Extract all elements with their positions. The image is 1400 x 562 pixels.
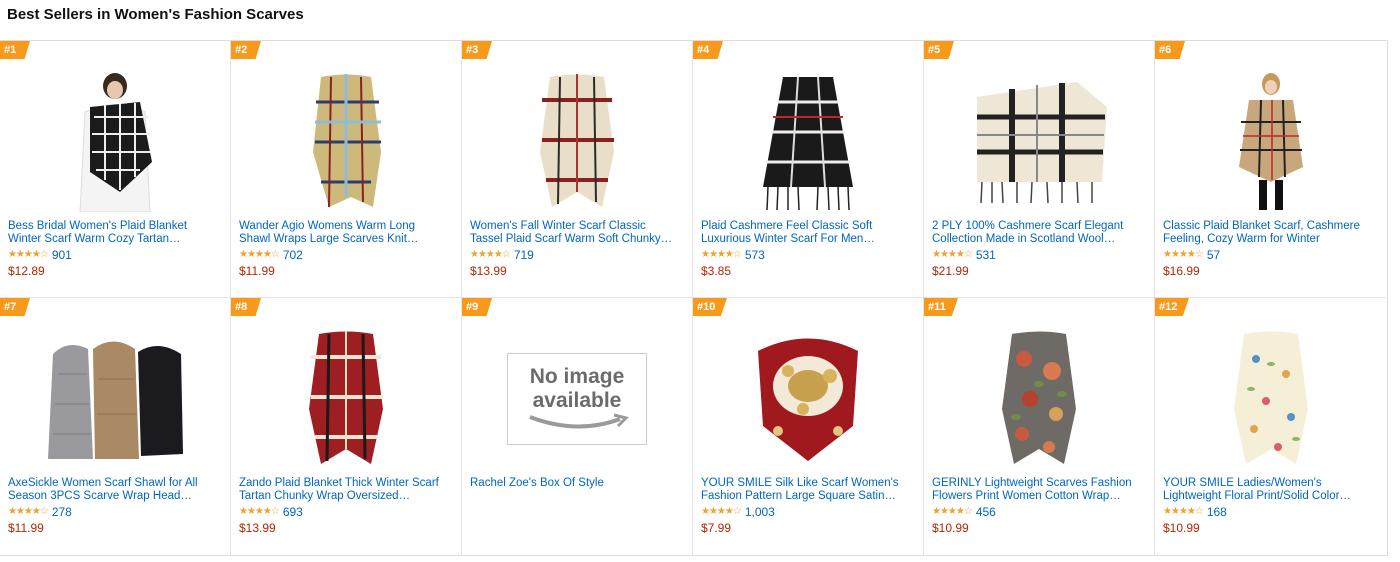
product-title-link[interactable]: Plaid Cashmere Feel Classic Soft Luxurio… bbox=[701, 220, 906, 246]
star-rating-icon: ★★★★☆ bbox=[932, 249, 973, 260]
rating-count[interactable]: 573 bbox=[745, 248, 765, 262]
price: $3.85 bbox=[701, 264, 732, 278]
rating-count[interactable]: 531 bbox=[976, 248, 996, 262]
product-card[interactable]: #9 No image available Rachel Zoe's Box O… bbox=[462, 298, 693, 555]
rating-count[interactable]: 702 bbox=[283, 248, 303, 262]
product-card[interactable]: #2 Wander Agio Womens Warm Long Shawl Wr… bbox=[231, 41, 462, 298]
product-title-link[interactable]: Rachel Zoe's Box Of Style bbox=[470, 477, 675, 503]
rating[interactable]: ★★★★☆ 693 bbox=[239, 505, 303, 519]
price: $11.99 bbox=[8, 521, 44, 535]
product-image[interactable] bbox=[1196, 69, 1346, 214]
star-rating-icon: ★★★★☆ bbox=[8, 249, 49, 260]
product-title-link[interactable]: GERINLY Lightweight Scarves Fashion Flow… bbox=[932, 477, 1137, 503]
rank-badge: #4 bbox=[693, 41, 723, 59]
product-title-link[interactable]: Classic Plaid Blanket Scarf, Cashmere Fe… bbox=[1163, 220, 1368, 246]
rating-count[interactable]: 901 bbox=[52, 248, 72, 262]
product-image[interactable] bbox=[964, 326, 1114, 471]
price: $7.99 bbox=[701, 521, 732, 535]
product-card[interactable]: #4 Plaid Cashmere Feel Classic Soft Luxu… bbox=[693, 41, 924, 298]
product-title-link[interactable]: Zando Plaid Blanket Thick Winter Scarf T… bbox=[239, 477, 444, 503]
rating-count[interactable]: 456 bbox=[976, 505, 996, 519]
product-title-link[interactable]: YOUR SMILE Silk Like Scarf Women's Fashi… bbox=[701, 477, 906, 503]
product-image[interactable] bbox=[733, 326, 883, 471]
price: $10.99 bbox=[932, 521, 969, 535]
rating[interactable]: ★★★★☆ 278 bbox=[8, 505, 72, 519]
product-image[interactable] bbox=[40, 69, 190, 214]
no-image-placeholder: No image available bbox=[507, 352, 647, 445]
product-title-link[interactable]: AxeSickle Women Scarf Shawl for All Seas… bbox=[8, 477, 213, 503]
price: $12.89 bbox=[8, 264, 45, 278]
page-title: Best Sellers in Women's Fashion Scarves bbox=[7, 6, 304, 23]
rank-badge: #8 bbox=[231, 298, 261, 316]
rating[interactable]: ★★★★☆ 702 bbox=[239, 248, 303, 262]
product-card[interactable]: #6 Classic Plaid Blanket Scarf, Cashmere… bbox=[1155, 41, 1386, 298]
product-title-link[interactable]: YOUR SMILE Ladies/Women's Lightweight Fl… bbox=[1163, 477, 1368, 503]
rating-count[interactable]: 1,003 bbox=[745, 505, 775, 519]
star-rating-icon: ★★★★☆ bbox=[239, 249, 280, 260]
rank-badge: #9 bbox=[462, 298, 492, 316]
rating[interactable]: ★★★★☆ 456 bbox=[932, 505, 996, 519]
product-card[interactable]: #5 2 PLY 100% Cashmere Scarf Elegant Col… bbox=[924, 41, 1155, 298]
product-image[interactable] bbox=[40, 326, 190, 471]
product-card[interactable]: #8 Zando Plaid Blanket Thick Winter Scar… bbox=[231, 298, 462, 555]
product-title-link[interactable]: 2 PLY 100% Cashmere Scarf Elegant Collec… bbox=[932, 220, 1137, 246]
rating[interactable]: ★★★★☆ 719 bbox=[470, 248, 534, 262]
rating[interactable]: ★★★★☆ 1,003 bbox=[701, 505, 775, 519]
rating[interactable]: ★★★★☆ 531 bbox=[932, 248, 996, 262]
rating-count[interactable]: 278 bbox=[52, 505, 72, 519]
rating-count[interactable]: 57 bbox=[1207, 248, 1220, 262]
product-title-link[interactable]: Bess Bridal Women's Plaid Blanket Winter… bbox=[8, 220, 213, 246]
product-image[interactable] bbox=[964, 69, 1114, 214]
price: $13.99 bbox=[239, 521, 276, 535]
price: $13.99 bbox=[470, 264, 507, 278]
product-card[interactable]: #1 Bess Bridal Women's Plaid Blanket Win… bbox=[0, 41, 231, 298]
product-card[interactable]: #12 YOUR SMILE Ladies/Women's Lightweigh… bbox=[1155, 298, 1386, 555]
star-rating-icon: ★★★★☆ bbox=[470, 249, 511, 260]
product-image[interactable]: No image available bbox=[502, 326, 652, 471]
product-title-link[interactable]: Wander Agio Womens Warm Long Shawl Wraps… bbox=[239, 220, 444, 246]
no-image-text: available bbox=[532, 388, 622, 412]
product-image[interactable] bbox=[271, 69, 421, 214]
product-card[interactable]: #7 AxeSickle Women Scarf Shawl for All S… bbox=[0, 298, 231, 555]
price: $16.99 bbox=[1163, 264, 1200, 278]
rank-badge: #10 bbox=[693, 298, 727, 316]
rating[interactable]: ★★★★☆ 57 bbox=[1163, 248, 1220, 262]
no-image-text: No image bbox=[529, 364, 625, 388]
bestseller-grid: #1 Bess Bridal Women's Plaid Blanket Win… bbox=[0, 40, 1388, 556]
price: $11.99 bbox=[239, 264, 275, 278]
rating[interactable]: ★★★★☆ 573 bbox=[701, 248, 765, 262]
product-card[interactable]: #3 Women's Fall Winter Scarf Classic Tas… bbox=[462, 41, 693, 298]
rank-badge: #7 bbox=[0, 298, 30, 316]
star-rating-icon: ★★★★☆ bbox=[1163, 506, 1204, 517]
rank-badge: #11 bbox=[924, 298, 958, 316]
price: $21.99 bbox=[932, 264, 969, 278]
rank-badge: #2 bbox=[231, 41, 261, 59]
product-card[interactable]: #11 GERINLY Lightweight Scarves Fashion … bbox=[924, 298, 1155, 555]
rank-badge: #12 bbox=[1155, 298, 1189, 316]
rating-count[interactable]: 719 bbox=[514, 248, 534, 262]
price: $10.99 bbox=[1163, 521, 1200, 535]
rank-badge: #3 bbox=[462, 41, 492, 59]
product-card[interactable]: #10 YOUR SMILE Silk Like Scarf Women's F… bbox=[693, 298, 924, 555]
star-rating-icon: ★★★★☆ bbox=[701, 506, 742, 517]
rank-badge: #5 bbox=[924, 41, 954, 59]
product-image[interactable] bbox=[502, 69, 652, 214]
smile-arrow-icon bbox=[529, 413, 629, 428]
rating-count[interactable]: 168 bbox=[1207, 505, 1227, 519]
star-rating-icon: ★★★★☆ bbox=[1163, 249, 1204, 260]
star-rating-icon: ★★★★☆ bbox=[701, 249, 742, 260]
star-rating-icon: ★★★★☆ bbox=[239, 506, 280, 517]
star-rating-icon: ★★★★☆ bbox=[932, 506, 973, 517]
product-image[interactable] bbox=[733, 69, 883, 214]
star-rating-icon: ★★★★☆ bbox=[8, 506, 49, 517]
product-image[interactable] bbox=[271, 326, 421, 471]
rating[interactable]: ★★★★☆ 168 bbox=[1163, 505, 1227, 519]
rating-count[interactable]: 693 bbox=[283, 505, 303, 519]
product-image[interactable] bbox=[1196, 326, 1346, 471]
rank-badge: #6 bbox=[1155, 41, 1185, 59]
product-title-link[interactable]: Women's Fall Winter Scarf Classic Tassel… bbox=[470, 220, 675, 246]
rank-badge: #1 bbox=[0, 41, 30, 59]
rating[interactable]: ★★★★☆ 901 bbox=[8, 248, 72, 262]
